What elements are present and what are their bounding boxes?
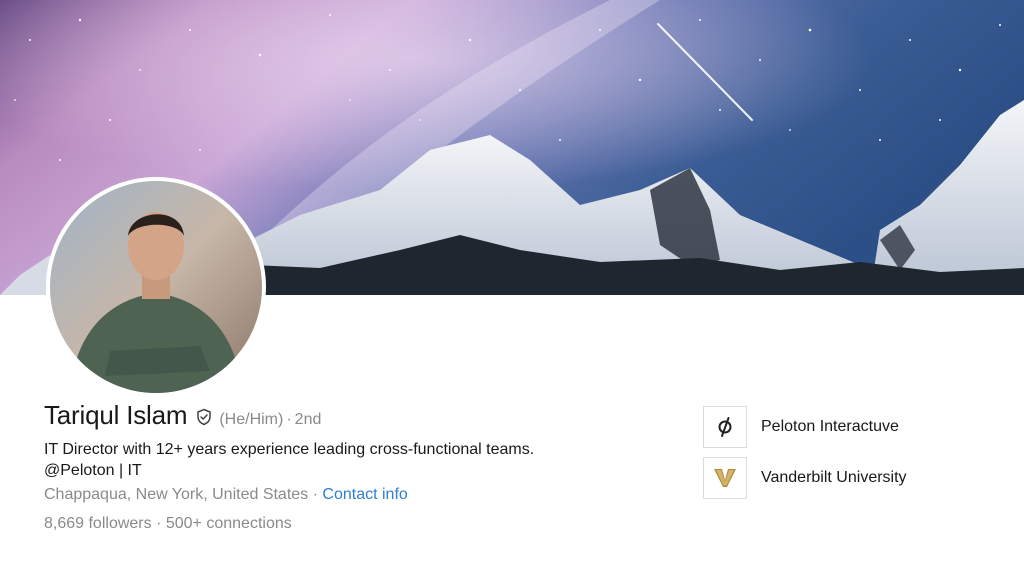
connections-count[interactable]: 500+ connections bbox=[166, 515, 292, 532]
network-stats: 8,669 followers · 500+ connections bbox=[44, 515, 292, 533]
separator-dot: · bbox=[156, 515, 162, 532]
peloton-logo-icon bbox=[703, 406, 747, 448]
org-item-peloton[interactable]: Peloton Interactuve bbox=[703, 406, 899, 448]
location: Chappaqua, New York, United States bbox=[44, 486, 309, 503]
org-item-vanderbilt[interactable]: Vanderbilt University bbox=[703, 457, 907, 499]
verified-shield-icon[interactable] bbox=[195, 408, 213, 426]
profile-page: Tariqul Islam (He/Him) · 2nd IT Director… bbox=[0, 0, 1024, 576]
org-name: Vanderbilt University bbox=[761, 469, 907, 486]
vanderbilt-logo-icon bbox=[703, 457, 747, 499]
separator-dot: · bbox=[312, 486, 318, 503]
connection-degree: 2nd bbox=[294, 411, 322, 428]
followers-count[interactable]: 8,669 followers bbox=[44, 515, 152, 532]
location-row: Chappaqua, New York, United States · Con… bbox=[44, 486, 408, 504]
headline-line-1: IT Director with 12+ years experience le… bbox=[44, 441, 535, 458]
name-row: Tariqul Islam (He/Him) · 2nd bbox=[44, 400, 321, 431]
org-name: Peloton Interactuve bbox=[761, 418, 899, 435]
profile-photo-frame[interactable] bbox=[46, 177, 266, 397]
separator-dot: · bbox=[286, 411, 292, 428]
avatar[interactable] bbox=[50, 181, 262, 393]
profile-headline: IT Director with 12+ years experience le… bbox=[44, 439, 644, 481]
headline-line-2: @Peloton | IT bbox=[44, 462, 142, 479]
contact-info-link[interactable]: Contact info bbox=[322, 486, 407, 503]
pronouns: (He/Him) bbox=[219, 411, 284, 428]
profile-name: Tariqul Islam bbox=[44, 400, 188, 430]
